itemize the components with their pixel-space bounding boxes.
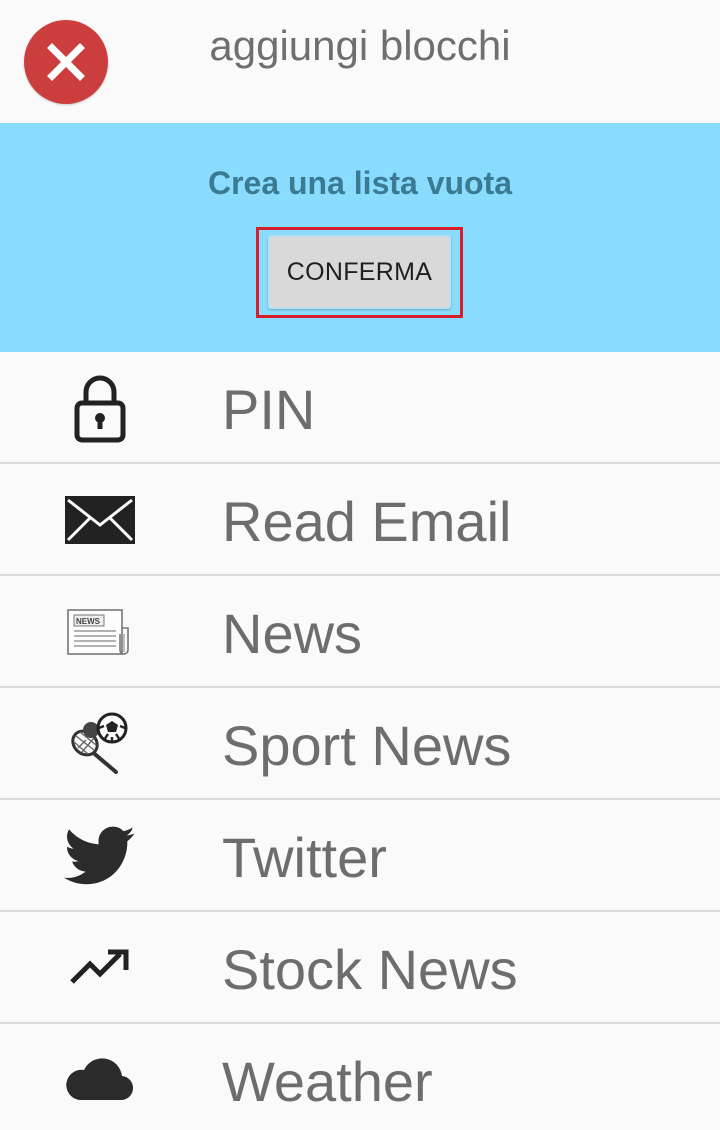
list-item-label: Stock News [222,938,518,1001]
twitter-bird-icon [60,820,140,892]
list-item-label: PIN [222,378,316,441]
list-item-twitter[interactable]: Twitter [0,800,720,912]
list-item-stock-news[interactable]: Stock News [0,912,720,1024]
list-item-read-email[interactable]: Read Email [0,464,720,576]
envelope-icon [60,484,140,556]
list-item-news[interactable]: NEWS News [0,576,720,688]
svg-text:NEWS: NEWS [76,617,101,626]
newspaper-icon: NEWS [60,596,140,668]
lock-icon [60,372,140,444]
trending-up-icon [60,932,140,1004]
cloud-icon [60,1044,140,1116]
list-item-weather[interactable]: Weather [0,1024,720,1130]
list-item-sport-news[interactable]: Sport News [0,688,720,800]
list-item-label: Read Email [222,490,512,553]
confirm-button[interactable]: CONFERMA [268,235,451,309]
list-item-pin[interactable]: PIN [0,352,720,464]
block-list: PIN Read Email NEWS News Sport News Twit… [0,352,720,1130]
header: aggiungi blocchi [0,0,720,123]
sport-balls-icon [60,708,140,780]
list-item-label: Twitter [222,826,387,889]
page-title: aggiungi blocchi [0,18,720,74]
banner-text: Crea una lista vuota [207,165,513,201]
empty-list-banner: Crea una lista vuota CONFERMA [0,123,720,352]
list-item-label: Sport News [222,714,512,777]
page-title-text: aggiungi blocchi [209,22,511,69]
app-root: aggiungi blocchi Crea una lista vuota CO… [0,0,720,1130]
list-item-label: News [222,602,363,665]
list-item-label: Weather [222,1050,433,1113]
